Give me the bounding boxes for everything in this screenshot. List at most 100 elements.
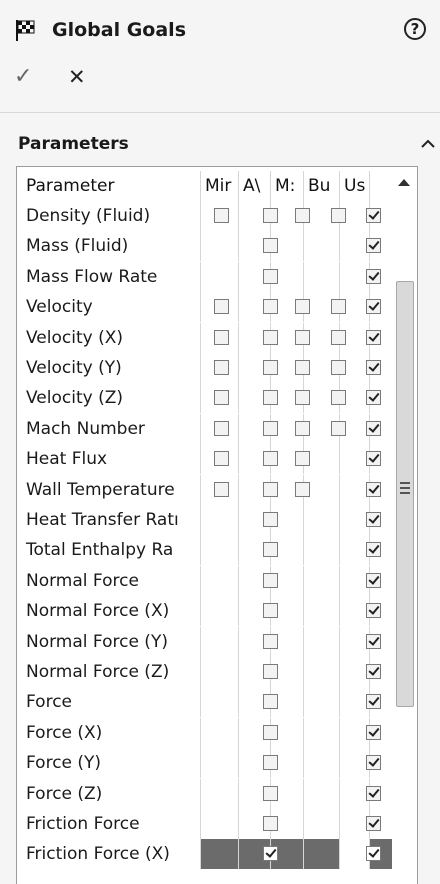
table-row[interactable]: Density (Fluid) [17, 201, 392, 231]
table-row[interactable]: Mass Flow Rate [17, 261, 392, 292]
bulk-checkbox[interactable] [331, 208, 346, 223]
bulk-checkbox[interactable] [331, 299, 346, 315]
use-checkbox[interactable] [366, 420, 381, 436]
scrollbar-thumb[interactable] [396, 281, 414, 707]
table-row[interactable]: Force (Y) [17, 748, 392, 779]
max-checkbox[interactable] [295, 481, 310, 497]
table-row[interactable]: Velocity (X) [17, 322, 392, 353]
table-row[interactable]: Friction Force (X) [17, 839, 392, 870]
column-header-avg[interactable]: A\ [239, 171, 271, 201]
table-row[interactable]: Wall Temperature [17, 474, 392, 505]
avg-checkbox[interactable] [263, 633, 278, 649]
max-checkbox[interactable] [295, 360, 310, 375]
table-row[interactable]: Heat Flux [17, 444, 392, 475]
bulk-checkbox[interactable] [331, 390, 346, 406]
use-checkbox[interactable] [366, 451, 381, 467]
use-checkbox[interactable] [366, 724, 381, 740]
avg-checkbox[interactable] [263, 724, 278, 740]
table-row[interactable]: Velocity (Y) [17, 353, 392, 383]
use-checkbox[interactable] [366, 512, 381, 527]
min-checkbox[interactable] [214, 208, 229, 223]
cancel-close-icon[interactable]: ✕ [68, 64, 88, 90]
table-row[interactable]: Velocity [17, 292, 392, 323]
max-checkbox[interactable] [295, 208, 310, 223]
min-checkbox[interactable] [214, 360, 229, 375]
parameters-section-header[interactable]: Parameters [0, 126, 440, 160]
avg-checkbox[interactable] [263, 208, 278, 223]
min-checkbox[interactable] [214, 329, 229, 345]
table-row[interactable]: Heat Transfer Ratı [17, 505, 392, 535]
avg-checkbox[interactable] [263, 542, 278, 558]
table-row[interactable]: Normal Force (Y) [17, 626, 392, 657]
avg-checkbox[interactable] [263, 481, 278, 497]
avg-checkbox[interactable] [263, 694, 278, 710]
avg-checkbox[interactable] [263, 846, 278, 862]
avg-checkbox[interactable] [263, 451, 278, 467]
column-header-use[interactable]: Us [340, 171, 370, 201]
use-checkbox[interactable] [366, 846, 381, 862]
table-row[interactable]: Normal Force (Z) [17, 657, 392, 687]
table-row[interactable]: Force (X) [17, 717, 392, 748]
min-checkbox[interactable] [214, 420, 229, 436]
avg-checkbox[interactable] [263, 360, 278, 375]
use-checkbox[interactable] [366, 542, 381, 558]
use-checkbox[interactable] [366, 664, 381, 679]
column-header-min[interactable]: Mir [201, 171, 239, 201]
table-row[interactable]: Force (Z) [17, 778, 392, 809]
use-checkbox[interactable] [366, 238, 381, 254]
avg-checkbox[interactable] [263, 816, 278, 831]
avg-checkbox[interactable] [263, 390, 278, 406]
max-checkbox[interactable] [295, 329, 310, 345]
bulk-checkbox[interactable] [331, 329, 346, 345]
min-checkbox[interactable] [214, 390, 229, 406]
use-checkbox[interactable] [366, 208, 381, 223]
avg-checkbox[interactable] [263, 268, 278, 284]
use-checkbox[interactable] [366, 481, 381, 497]
table-row[interactable]: Normal Force (X) [17, 596, 392, 627]
use-checkbox[interactable] [366, 360, 381, 375]
min-checkbox[interactable] [214, 299, 229, 315]
use-checkbox[interactable] [366, 268, 381, 284]
use-checkbox[interactable] [366, 603, 381, 619]
use-checkbox[interactable] [366, 755, 381, 771]
avg-checkbox[interactable] [263, 420, 278, 436]
column-header-parameter[interactable]: Parameter [17, 171, 201, 201]
table-row[interactable]: Friction Force [17, 809, 392, 839]
min-checkbox[interactable] [214, 451, 229, 467]
use-checkbox[interactable] [366, 785, 381, 801]
avg-checkbox[interactable] [263, 238, 278, 254]
use-checkbox[interactable] [366, 816, 381, 831]
avg-checkbox[interactable] [263, 299, 278, 315]
table-row[interactable]: Total Enthalpy Ra [17, 535, 392, 566]
table-row[interactable]: Force [17, 687, 392, 718]
use-checkbox[interactable] [366, 329, 381, 345]
max-checkbox[interactable] [295, 299, 310, 315]
help-icon[interactable]: ? [404, 18, 426, 40]
column-header-bulk[interactable]: Bu [304, 171, 340, 201]
chevron-up-icon[interactable] [418, 134, 438, 154]
min-checkbox[interactable] [214, 481, 229, 497]
max-checkbox[interactable] [295, 420, 310, 436]
avg-checkbox[interactable] [263, 664, 278, 679]
table-row[interactable]: Mass (Fluid) [17, 231, 392, 262]
avg-checkbox[interactable] [263, 329, 278, 345]
use-checkbox[interactable] [366, 694, 381, 710]
max-checkbox[interactable] [295, 390, 310, 406]
avg-checkbox[interactable] [263, 755, 278, 771]
table-row[interactable]: Normal Force [17, 565, 392, 596]
ok-check-icon[interactable]: ✓ [14, 64, 36, 90]
table-row[interactable]: Mach Number [17, 413, 392, 444]
use-checkbox[interactable] [366, 572, 381, 588]
avg-checkbox[interactable] [263, 785, 278, 801]
scroll-up-arrow-icon[interactable] [398, 179, 410, 186]
avg-checkbox[interactable] [263, 512, 278, 527]
table-row[interactable]: Velocity (Z) [17, 383, 392, 414]
use-checkbox[interactable] [366, 299, 381, 315]
use-checkbox[interactable] [366, 633, 381, 649]
bulk-checkbox[interactable] [331, 420, 346, 436]
avg-checkbox[interactable] [263, 603, 278, 619]
max-checkbox[interactable] [295, 451, 310, 467]
use-checkbox[interactable] [366, 390, 381, 406]
column-header-max[interactable]: M: [271, 171, 304, 201]
avg-checkbox[interactable] [263, 572, 278, 588]
